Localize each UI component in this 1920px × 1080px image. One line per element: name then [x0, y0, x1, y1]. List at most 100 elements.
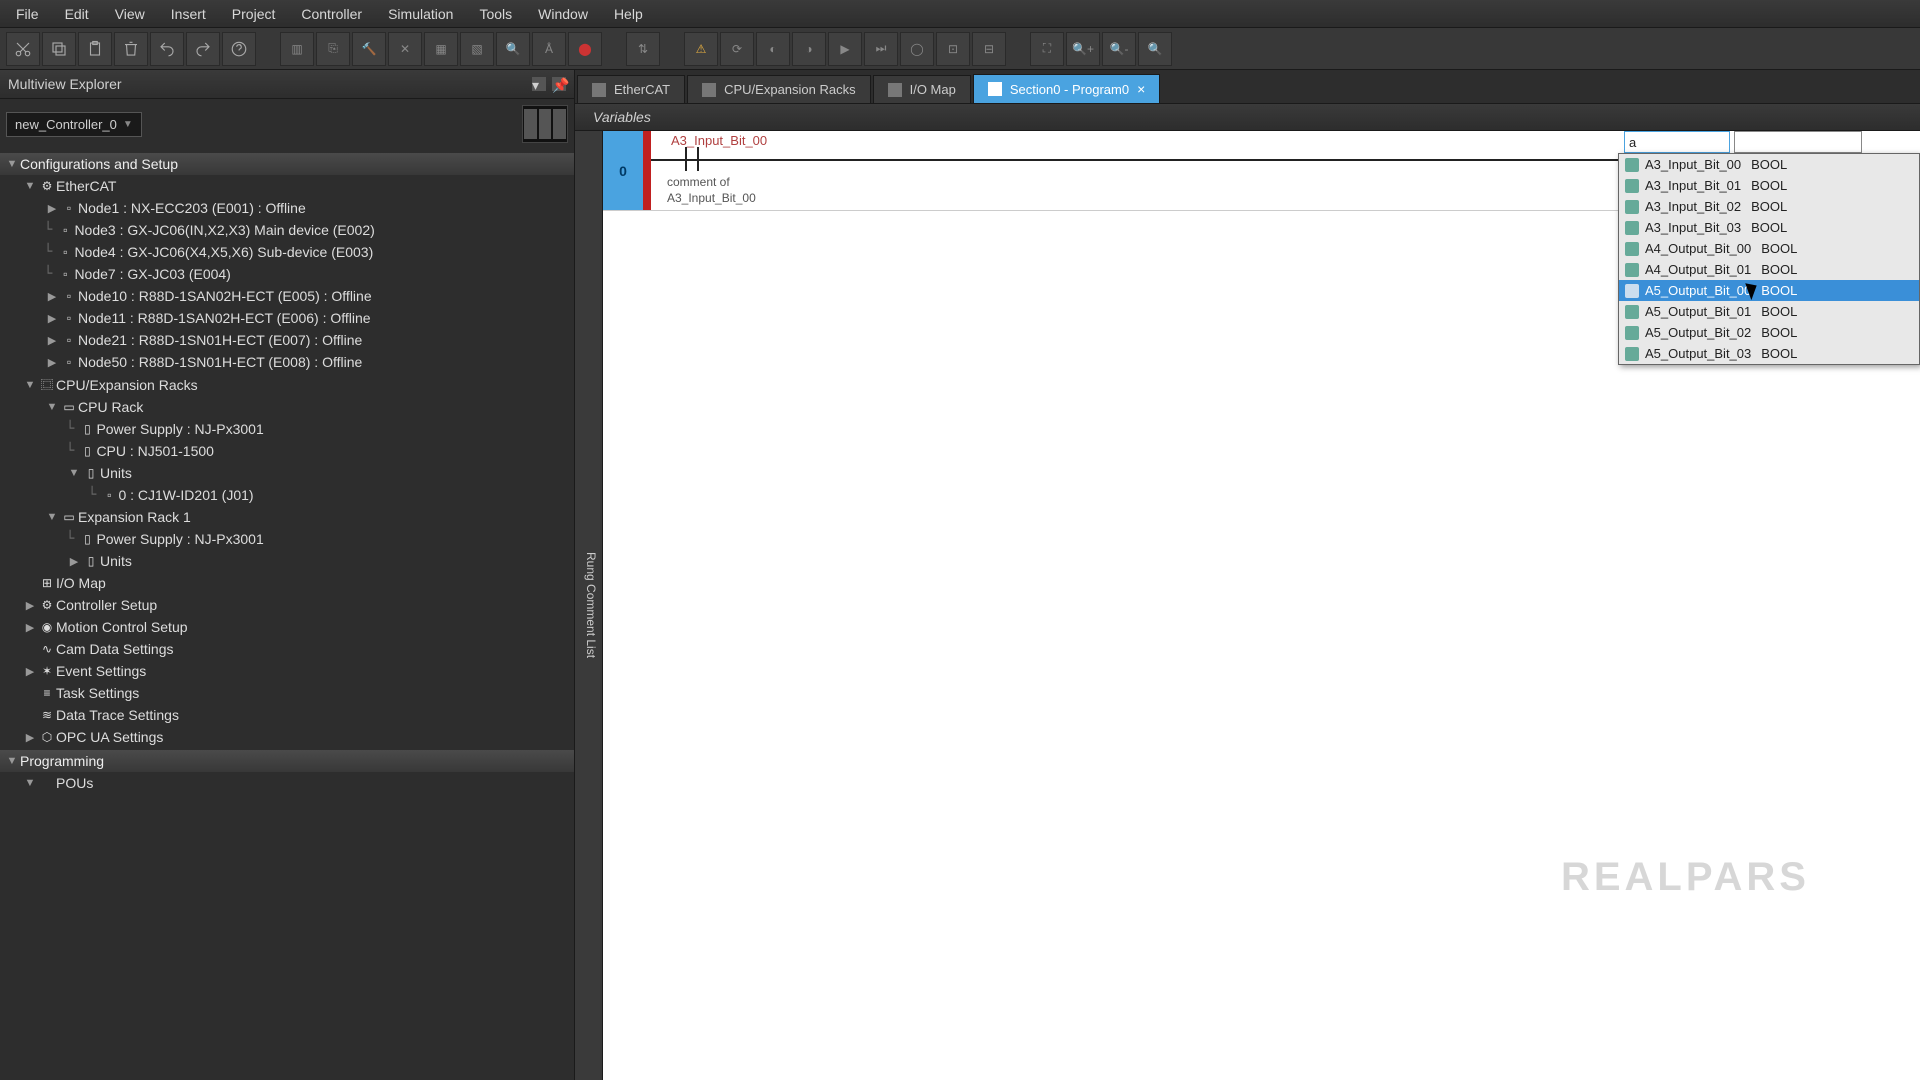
tree-item[interactable]: └▫Node3 : GX-JC06(IN,X2,X3) Main device …: [0, 219, 574, 241]
autocomplete-item[interactable]: A5_Output_Bit_00 BOOL: [1619, 280, 1919, 301]
rung-row[interactable]: 0 A3_Input_Bit_00 comment ofA3_Input_Bit…: [603, 131, 1920, 211]
tree-item[interactable]: ⊞I/O Map: [0, 572, 574, 594]
tree-item[interactable]: ∿Cam Data Settings: [0, 638, 574, 660]
tab-ethercat[interactable]: EtherCAT: [577, 75, 685, 103]
zoom-reset-button[interactable]: 🔍: [1138, 32, 1172, 66]
run-button[interactable]: ▶: [828, 32, 862, 66]
panel-dropdown-icon[interactable]: ▾: [532, 77, 546, 91]
cut-button[interactable]: [6, 32, 40, 66]
copy-button[interactable]: [42, 32, 76, 66]
panel-pin-icon[interactable]: 📌: [552, 77, 566, 91]
view-2-button[interactable]: ⎘: [316, 32, 350, 66]
view-1-button[interactable]: ▥: [280, 32, 314, 66]
warn-button[interactable]: ⚠: [684, 32, 718, 66]
tree-item[interactable]: ▼▯Units: [0, 462, 574, 484]
expand-icon[interactable]: ▶: [22, 599, 38, 612]
expand-icon[interactable]: ▶: [44, 312, 60, 325]
menu-tools[interactable]: Tools: [467, 2, 524, 26]
stop-button[interactable]: ⬤: [568, 32, 602, 66]
contact-symbol[interactable]: [685, 147, 699, 171]
tree-item[interactable]: └▯Power Supply : NJ-Px3001: [0, 418, 574, 440]
controller-selector[interactable]: new_Controller_0 ▼: [6, 112, 142, 137]
tool-d-button[interactable]: ◐: [756, 32, 790, 66]
rung-body[interactable]: A3_Input_Bit_00 comment ofA3_Input_Bit_0…: [651, 131, 1920, 210]
zoom-in-button[interactable]: 🔍+: [1066, 32, 1100, 66]
menu-insert[interactable]: Insert: [159, 2, 218, 26]
undo-button[interactable]: [150, 32, 184, 66]
tree-item[interactable]: ▶✶Event Settings: [0, 660, 574, 682]
tab-i-o-map[interactable]: I/O Map: [873, 75, 971, 103]
tree-item[interactable]: ▶⬡OPC UA Settings: [0, 726, 574, 748]
expand-icon[interactable]: ▶: [44, 356, 60, 369]
zoom-out-button[interactable]: 🔍-: [1102, 32, 1136, 66]
variables-header[interactable]: Variables: [575, 104, 1920, 131]
tree-item[interactable]: ▶▫Node21 : R88D-1SN01H-ECT (E007) : Offl…: [0, 329, 574, 351]
tree-item[interactable]: ≡Task Settings: [0, 682, 574, 704]
autocomplete-item[interactable]: A3_Input_Bit_02 BOOL: [1619, 196, 1919, 217]
tree-item[interactable]: └▫Node7 : GX-JC03 (E004): [0, 263, 574, 285]
config-setup-section[interactable]: ▼ Configurations and Setup: [0, 153, 574, 175]
autocomplete-item[interactable]: A4_Output_Bit_01 BOOL: [1619, 259, 1919, 280]
menu-file[interactable]: File: [4, 2, 51, 26]
tool-f-button[interactable]: ⊡: [936, 32, 970, 66]
find-next-button[interactable]: Å: [532, 32, 566, 66]
menu-view[interactable]: View: [103, 2, 157, 26]
expand-icon[interactable]: ▼: [22, 777, 38, 789]
online-button[interactable]: ⇅: [626, 32, 660, 66]
menu-help[interactable]: Help: [602, 2, 655, 26]
tree-item[interactable]: ▶⚙Controller Setup: [0, 594, 574, 616]
menu-edit[interactable]: Edit: [53, 2, 101, 26]
tree-item[interactable]: └▫0 : CJ1W-ID201 (J01): [0, 484, 574, 506]
autocomplete-item[interactable]: A5_Output_Bit_03 BOOL: [1619, 343, 1919, 364]
tree-item[interactable]: ▼▭Expansion Rack 1: [0, 506, 574, 528]
step-button[interactable]: ⏭: [864, 32, 898, 66]
menu-simulation[interactable]: Simulation: [376, 2, 465, 26]
contact-variable-label[interactable]: A3_Input_Bit_00: [671, 133, 767, 148]
tool-b-button[interactable]: ▦: [424, 32, 458, 66]
tree-item[interactable]: └▯CPU : NJ501-1500: [0, 440, 574, 462]
autocomplete-item[interactable]: A3_Input_Bit_00 BOOL: [1619, 154, 1919, 175]
expand-icon[interactable]: ▼: [4, 158, 20, 170]
expand-icon[interactable]: ▶: [44, 334, 60, 347]
close-icon[interactable]: ×: [1137, 81, 1145, 97]
expand-icon[interactable]: ▶: [44, 202, 60, 215]
autocomplete-item[interactable]: A3_Input_Bit_03 BOOL: [1619, 217, 1919, 238]
expand-icon[interactable]: ▼: [44, 511, 60, 523]
autocomplete-item[interactable]: A3_Input_Bit_01 BOOL: [1619, 175, 1919, 196]
tree-item[interactable]: ▼▭CPU Rack: [0, 396, 574, 418]
tree-item[interactable]: ▶▫Node1 : NX-ECC203 (E001) : Offline: [0, 197, 574, 219]
tab-section0-program0[interactable]: Section0 - Program0×: [973, 74, 1160, 103]
variable-entry-input[interactable]: [1624, 131, 1730, 153]
expand-icon[interactable]: ▼: [66, 467, 82, 479]
build-button[interactable]: 🔨: [352, 32, 386, 66]
autocomplete-item[interactable]: A5_Output_Bit_01 BOOL: [1619, 301, 1919, 322]
delete-button[interactable]: [114, 32, 148, 66]
variable-type-input[interactable]: [1734, 131, 1862, 153]
redo-button[interactable]: [186, 32, 220, 66]
programming-section[interactable]: ▼ Programming: [0, 750, 574, 772]
tree-item[interactable]: ▼POUs: [0, 772, 574, 794]
tree-item[interactable]: ▶▫Node50 : R88D-1SN01H-ECT (E008) : Offl…: [0, 351, 574, 373]
zoom-fit-button[interactable]: ⛶: [1030, 32, 1064, 66]
tree-item[interactable]: ▶◉Motion Control Setup: [0, 616, 574, 638]
expand-icon[interactable]: ▼: [4, 755, 20, 767]
tab-cpu-expansion-racks[interactable]: CPU/Expansion Racks: [687, 75, 871, 103]
tree-item[interactable]: ▼⿴CPU/Expansion Racks: [0, 373, 574, 396]
record-button[interactable]: ◯: [900, 32, 934, 66]
find-button[interactable]: 🔍: [496, 32, 530, 66]
expand-icon[interactable]: ▶: [44, 290, 60, 303]
tree-item[interactable]: └▯Power Supply : NJ-Px3001: [0, 528, 574, 550]
tree-item[interactable]: ▶▫Node11 : R88D-1SAN02H-ECT (E006) : Off…: [0, 307, 574, 329]
sync-button[interactable]: ⟳: [720, 32, 754, 66]
expand-icon[interactable]: ▶: [66, 555, 82, 568]
expand-icon[interactable]: ▶: [22, 665, 38, 678]
tree-item[interactable]: ▶▫Node10 : R88D-1SAN02H-ECT (E005) : Off…: [0, 285, 574, 307]
autocomplete-item[interactable]: A4_Output_Bit_00 BOOL: [1619, 238, 1919, 259]
expand-icon[interactable]: ▼: [22, 180, 38, 192]
tool-a-button[interactable]: ✕: [388, 32, 422, 66]
menu-project[interactable]: Project: [220, 2, 288, 26]
expand-icon[interactable]: ▼: [44, 401, 60, 413]
tree-item[interactable]: ▶▯Units: [0, 550, 574, 572]
expand-icon[interactable]: ▶: [22, 731, 38, 744]
expand-icon[interactable]: ▶: [22, 621, 38, 634]
